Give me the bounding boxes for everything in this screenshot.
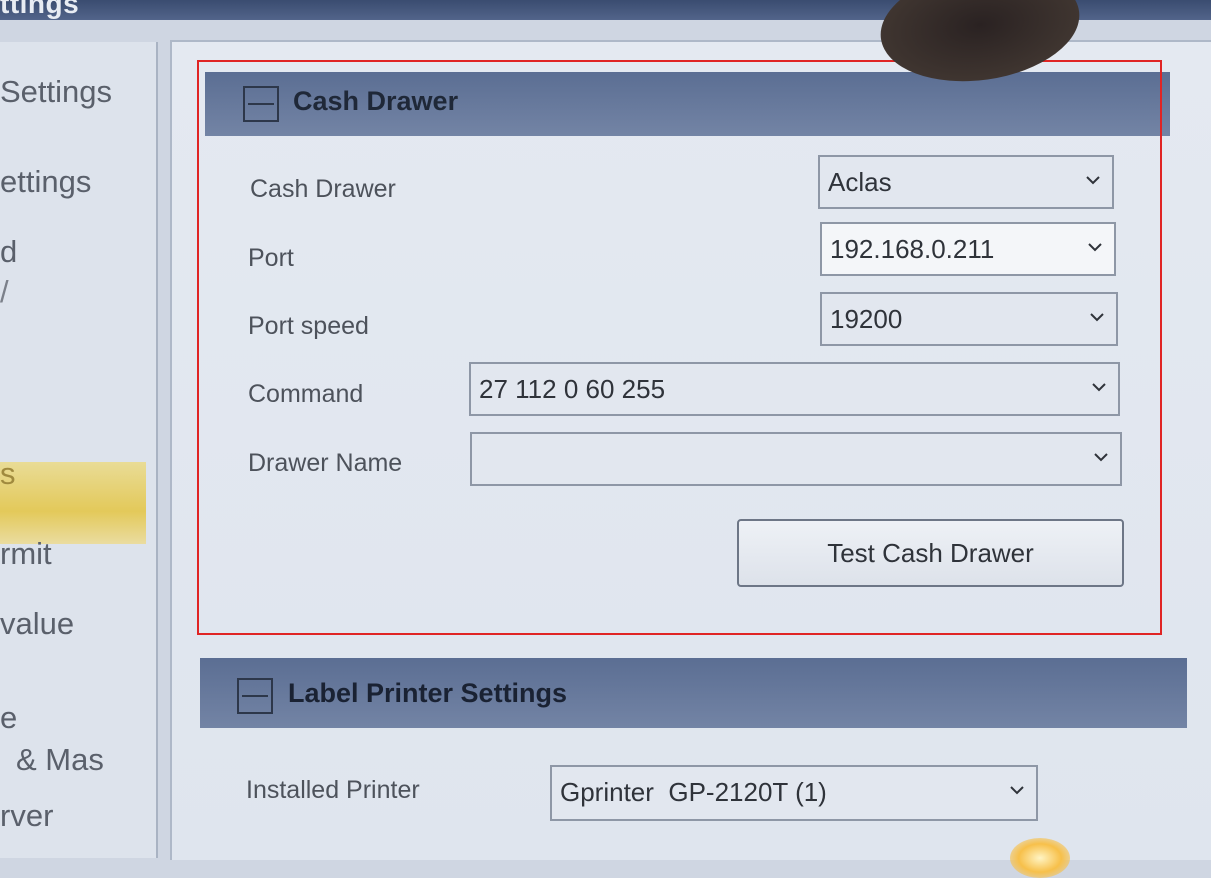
light-glare: [1010, 838, 1070, 878]
label-printer-section-title: Label Printer Settings: [288, 678, 568, 708]
sidebar-item-8[interactable]: e: [0, 700, 17, 736]
chevron-down-icon: [1094, 453, 1108, 462]
installed-printer-label: Installed Printer: [246, 776, 420, 804]
chevron-down-icon: [1090, 313, 1104, 322]
window-title: ttings: [0, 0, 80, 19]
port-speed-label: Port speed: [248, 312, 369, 340]
chevron-down-icon: [1086, 176, 1100, 185]
port-value: 192.168.0.211: [830, 234, 995, 264]
collapse-icon[interactable]: [237, 678, 273, 714]
port-speed-value: 19200: [830, 304, 903, 334]
collapse-icon[interactable]: [243, 86, 279, 122]
sidebar-item-server[interactable]: rver: [0, 798, 53, 834]
port-select[interactable]: 192.168.0.211: [820, 222, 1116, 276]
port-label: Port: [248, 244, 294, 272]
cash-drawer-section-header[interactable]: Cash Drawer: [205, 72, 1170, 136]
sidebar-item-settings-2[interactable]: ettings: [0, 164, 91, 200]
sidebar-item-4[interactable]: /: [0, 274, 9, 310]
cash-drawer-select[interactable]: Aclas: [818, 155, 1114, 209]
sidebar-item-value[interactable]: value: [0, 606, 74, 642]
chevron-down-icon: [1092, 383, 1106, 392]
label-printer-section-header[interactable]: Label Printer Settings: [200, 658, 1187, 728]
sidebar-item-permit[interactable]: rmit: [0, 536, 52, 572]
drawer-name-select[interactable]: [470, 432, 1122, 486]
port-speed-select[interactable]: 19200: [820, 292, 1118, 346]
command-label: Command: [248, 380, 364, 408]
cash-drawer-section-title: Cash Drawer: [293, 86, 459, 116]
sidebar-selected-highlight: [0, 462, 146, 544]
settings-sidebar: Settings ettings d / s rmit value e & Ma…: [0, 42, 158, 858]
sidebar-item-selected[interactable]: s: [0, 456, 16, 492]
chevron-down-icon: [1010, 786, 1024, 795]
command-value: 27 112 0 60 255: [479, 374, 666, 404]
sidebar-item-mas[interactable]: & Mas: [16, 742, 104, 778]
installed-printer-value: Gprinter GP-2120T (1): [560, 777, 827, 807]
cash-drawer-label: Cash Drawer: [250, 175, 396, 203]
drawer-name-label: Drawer Name: [248, 449, 403, 477]
sidebar-item-settings[interactable]: Settings: [0, 74, 112, 110]
cash-drawer-value: Aclas: [828, 167, 892, 197]
installed-printer-select[interactable]: Gprinter GP-2120T (1): [550, 765, 1038, 821]
test-cash-drawer-button[interactable]: Test Cash Drawer: [737, 519, 1124, 587]
sidebar-item-3[interactable]: d: [0, 234, 17, 270]
chevron-down-icon: [1088, 243, 1102, 252]
command-select[interactable]: 27 112 0 60 255: [469, 362, 1120, 416]
